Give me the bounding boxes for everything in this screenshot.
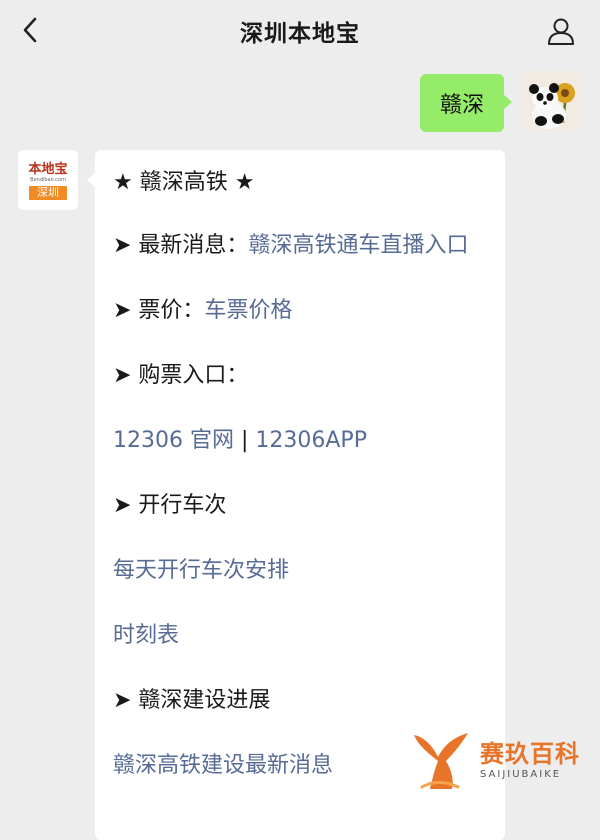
price-line: ➤ 票价：车票价格 (113, 294, 487, 327)
page-title: 深圳本地宝 (240, 21, 360, 47)
app-link[interactable]: 12306APP (255, 428, 367, 453)
purchase-label: ➤ 购票入口： (113, 363, 249, 388)
news-label: ➤ 最新消息： (113, 233, 249, 258)
news-link[interactable]: 赣深高铁通车直播入口 (248, 233, 468, 258)
user-icon (548, 18, 574, 45)
timetable-line: 时刻表 (113, 619, 487, 652)
timetable-link[interactable]: 时刻表 (113, 623, 179, 648)
sender-logo-city: 深圳 (29, 185, 67, 200)
sender-logo-text: 本地宝 (28, 161, 68, 177)
news-line: ➤ 最新消息：赣深高铁通车直播入口 (113, 229, 487, 262)
daily-trains-line: 每天开行车次安排 (113, 554, 487, 587)
profile-button[interactable] (544, 14, 578, 48)
panda-avatar-image (521, 71, 581, 131)
purchase-links-line: 12306 官网 | 12306APP (113, 424, 487, 457)
top-bar: 深圳本地宝 (0, 0, 600, 60)
my-avatar[interactable] (521, 71, 581, 131)
watermark-text: 赛玖百科 SAIJIUBAIKE (480, 740, 580, 782)
whale-tail-logo-icon (414, 733, 468, 789)
sender-logo-url: Bendibao.com (30, 176, 66, 183)
link-separator: | (233, 428, 256, 453)
outgoing-message-text: 赣深 (439, 93, 484, 118)
watermark-brand-cn: 赛玖百科 (480, 740, 580, 768)
price-label: ➤ 票价： (113, 298, 205, 323)
watermark-brand-en: SAIJIUBAIKE (480, 769, 562, 780)
official-site-link[interactable]: 12306 官网 (113, 428, 234, 453)
price-link[interactable]: 车票价格 (204, 298, 292, 323)
outgoing-message-bubble[interactable]: 赣深 (420, 74, 512, 132)
construction-label: ➤ 赣深建设进展 (113, 688, 271, 713)
sender-avatar[interactable]: 本地宝 Bendibao.com 深圳 (18, 150, 78, 210)
message-heading: ★ 赣深高铁 ★ (113, 170, 255, 195)
daily-trains-link[interactable]: 每天开行车次安排 (113, 558, 289, 583)
trains-label: ➤ 开行车次 (113, 493, 227, 518)
construction-link[interactable]: 赣深高铁建设最新消息 (113, 753, 333, 778)
watermark: 赛玖百科 SAIJIUBAIKE (408, 722, 600, 800)
